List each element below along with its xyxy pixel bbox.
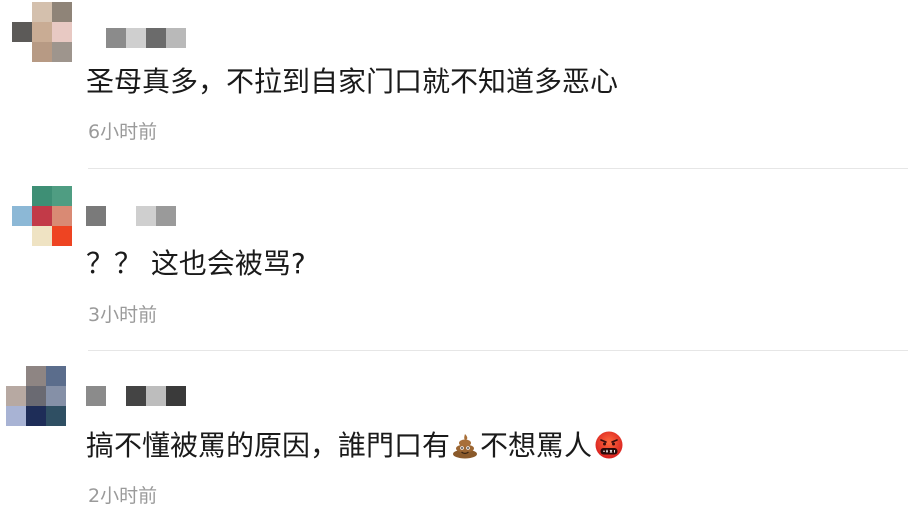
comment-3: 搞不懂被罵的原因，誰門口有 不想罵人 2小时前 (0, 350, 908, 514)
comment-1: 圣母真多，不拉到自家门口就不知道多恶心 6小时前 (0, 0, 908, 170)
avatar[interactable] (6, 366, 66, 426)
comment-timestamp: 2小时前 (88, 485, 158, 507)
pile-of-poo-icon (451, 431, 479, 459)
face-with-symbols-on-mouth-icon (594, 430, 624, 460)
comment-text: 圣母真多，不拉到自家门口就不知道多恶心 (86, 65, 619, 98)
avatar[interactable] (12, 2, 72, 62)
comment-text-part-1: 搞不懂被罵的原因，誰門口有 (86, 429, 451, 462)
comment-timestamp: 6小时前 (88, 121, 158, 143)
username[interactable] (106, 28, 186, 48)
avatar[interactable] (12, 186, 72, 246)
comment-2: ？？ 这也会被骂? 3小时前 (0, 170, 908, 351)
comment-text: ？？ 这也会被骂? (86, 247, 306, 280)
comment-text-part-2: 不想罵人 (480, 429, 593, 462)
comment-text: 搞不懂被罵的原因，誰門口有 不想罵人 (86, 428, 624, 464)
comment-timestamp: 3小时前 (88, 304, 158, 326)
divider (88, 168, 908, 169)
username[interactable] (86, 386, 186, 406)
username[interactable] (86, 206, 176, 226)
